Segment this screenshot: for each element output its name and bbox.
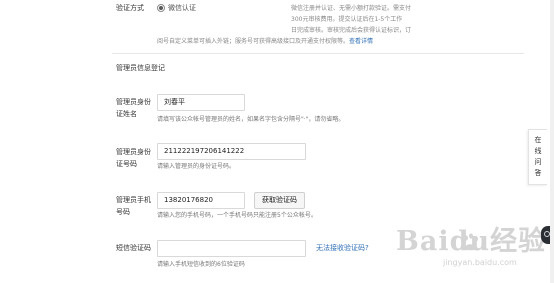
admin-name-label-line-2: 证姓名 [116, 110, 137, 118]
sms-code-hint: 请输入手机短信收到的6位验证码 [157, 261, 245, 268]
verify-desc-line-1: 微信注册并认证、无需小额打款验证。需支付 [291, 5, 412, 12]
verify-desc-line-3: 日完成审核。审核完成后会获得认证标识，订 [291, 27, 412, 34]
online-qa-char: 在 [534, 136, 542, 144]
online-qa-widget[interactable]: 在 线 问 答 [528, 129, 547, 185]
verify-desc-line-2: 300元审核费用。提交认证后在1-5个工作 [291, 16, 403, 23]
admin-id-hint: 请输入管理员的身份证号码。 [157, 163, 236, 170]
admin-phone-input[interactable]: 13820176820 [157, 192, 245, 209]
admin-name-hint: 请填写该公众帐号管理员的姓名，如果名字包含分隔号"·"，请勿省略。 [157, 116, 345, 123]
cannot-receive-code-link[interactable]: 无法接收验证码? [316, 242, 369, 254]
admin-phone-label-line-1: 管理员手机 [116, 196, 151, 204]
verify-desc-line-4: 阅号自定义菜单可插入外链；服务号可获得高级接口及开通支付权限等。查看详情 [157, 36, 373, 47]
online-qa-char: 答 [534, 169, 542, 177]
admin-phone-label-line-2: 号码 [116, 208, 130, 216]
verify-method-label: 验证方式 [116, 4, 144, 12]
registration-form-page: 验证方式 微信认证 微信注册并认证、无需小额打款验证。需支付 300元审核费用。… [0, 0, 554, 283]
verify-desc-text: 阅号自定义菜单可插入外链；服务号可获得高级接口及开通支付权限等。 [157, 38, 350, 45]
admin-id-input[interactable]: 211222197206141222 [157, 143, 306, 160]
admin-name-input[interactable]: 刘春平 [157, 94, 245, 111]
admin-id-label-line-2: 证号码 [116, 160, 137, 168]
admin-phone-hint: 请输入您的手机号码，一个手机号码只能注册5个公众帐号。 [157, 212, 317, 219]
admin-id-label-line-1: 管理员身份 [116, 148, 151, 156]
baidu-paw-icon [464, 233, 478, 251]
wechat-verify-radio[interactable] [157, 4, 165, 12]
sms-code-label: 短信验证码 [116, 244, 151, 252]
get-verification-code-button[interactable]: 获取验证码 [254, 192, 305, 209]
baidu-watermark-url: jingyan.baidu.com [443, 258, 517, 267]
section-divider [112, 53, 524, 54]
view-details-link[interactable]: 查看详情 [349, 38, 373, 45]
page-scrollbar[interactable] [550, 0, 554, 283]
sms-code-input[interactable] [157, 240, 306, 257]
admin-name-label-line-1: 管理员身份 [116, 98, 151, 106]
online-qa-char: 线 [534, 147, 542, 155]
section-title: 管理员信息登记 [116, 64, 165, 72]
online-qa-char: 问 [534, 158, 542, 166]
wechat-verify-option[interactable]: 微信认证 [168, 2, 196, 14]
